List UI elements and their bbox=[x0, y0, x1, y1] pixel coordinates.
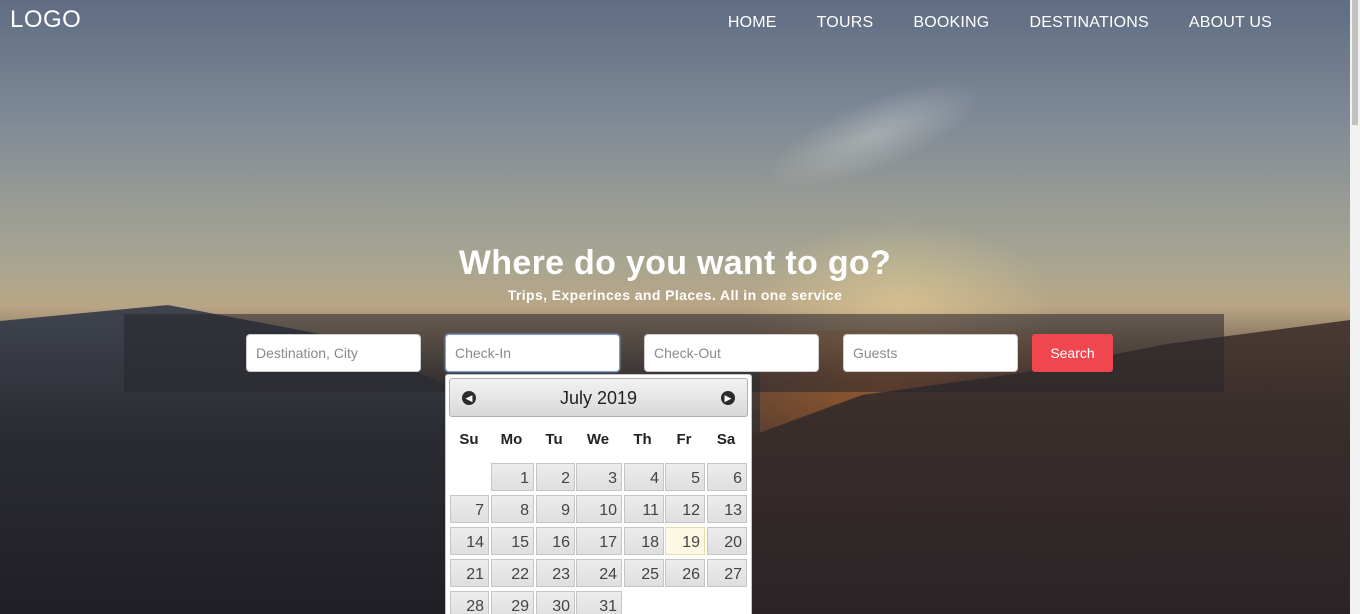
guests-input[interactable] bbox=[843, 334, 1018, 372]
calendar-day[interactable]: 6 bbox=[707, 463, 747, 491]
hero-title: Where do you want to go? bbox=[458, 244, 892, 282]
search-button[interactable]: Search bbox=[1032, 334, 1113, 372]
calendar-day[interactable]: 23 bbox=[536, 559, 575, 587]
calendar-day[interactable]: 14 bbox=[450, 527, 489, 555]
calendar-day[interactable]: 2 bbox=[536, 463, 575, 491]
nav-destinations[interactable]: DESTINATIONS bbox=[1029, 14, 1148, 32]
weekday-label: We bbox=[586, 431, 610, 448]
weekday-label: Th bbox=[633, 431, 652, 448]
calendar-day[interactable]: 22 bbox=[491, 559, 534, 587]
calendar-day[interactable]: 24 bbox=[576, 559, 622, 587]
calendar-day[interactable]: 9 bbox=[536, 495, 575, 523]
calendar-day[interactable]: 28 bbox=[450, 591, 489, 614]
calendar-day[interactable]: 3 bbox=[576, 463, 622, 491]
calendar-day[interactable]: 4 bbox=[624, 463, 664, 491]
chevron-right-icon[interactable]: ▶ bbox=[721, 391, 735, 405]
calendar-day[interactable]: 20 bbox=[707, 527, 747, 555]
datepicker-header: ◀ July 2019 ▶ bbox=[449, 378, 748, 417]
calendar-day[interactable]: 26 bbox=[665, 559, 705, 587]
calendar-day[interactable]: 10 bbox=[576, 495, 622, 523]
weekday-label: Su bbox=[459, 431, 479, 448]
calendar-day[interactable]: 5 bbox=[665, 463, 705, 491]
calendar-day[interactable]: 29 bbox=[491, 591, 534, 614]
weekday-label: Sa bbox=[716, 431, 736, 448]
checkout-input[interactable] bbox=[644, 334, 819, 372]
scrollbar-thumb[interactable] bbox=[1352, 0, 1358, 125]
destination-input[interactable] bbox=[246, 334, 421, 372]
calendar-day[interactable]: 31 bbox=[576, 591, 622, 614]
calendar-day[interactable]: 27 bbox=[707, 559, 747, 587]
calendar-day[interactable]: 30 bbox=[536, 591, 575, 614]
calendar-day[interactable]: 7 bbox=[450, 495, 489, 523]
calendar-day[interactable]: 13 bbox=[707, 495, 747, 523]
calendar-day[interactable]: 17 bbox=[576, 527, 622, 555]
calendar-day[interactable]: 18 bbox=[624, 527, 664, 555]
logo[interactable]: LOGO bbox=[10, 6, 81, 34]
calendar-day[interactable]: 8 bbox=[491, 495, 534, 523]
calendar-day[interactable]: 11 bbox=[624, 495, 664, 523]
cloud-decoration bbox=[755, 59, 995, 211]
weekday-label: Mo bbox=[500, 431, 523, 448]
main-nav: HOME TOURS BOOKING DESTINATIONS ABOUT US bbox=[728, 14, 1272, 32]
datepicker-month-title: July 2019 bbox=[559, 388, 638, 408]
calendar-day[interactable]: 19 bbox=[665, 527, 705, 555]
calendar-day[interactable]: 21 bbox=[450, 559, 489, 587]
nav-booking[interactable]: BOOKING bbox=[913, 14, 989, 32]
hero-subtitle: Trips, Experinces and Places. All in one… bbox=[507, 287, 843, 303]
weekday-label: Fr bbox=[676, 431, 692, 448]
calendar-day[interactable]: 16 bbox=[536, 527, 575, 555]
calendar-day[interactable]: 25 bbox=[624, 559, 664, 587]
checkin-input[interactable] bbox=[445, 334, 620, 372]
datepicker: ◀ July 2019 ▶ Su Mo Tu We Th Fr Sa 12345… bbox=[445, 374, 752, 614]
calendar-day[interactable]: 15 bbox=[491, 527, 534, 555]
nav-about-us[interactable]: ABOUT US bbox=[1189, 14, 1272, 32]
weekday-label: Tu bbox=[545, 431, 563, 448]
nav-tours[interactable]: TOURS bbox=[817, 14, 874, 32]
page-scrollbar[interactable] bbox=[1350, 0, 1360, 614]
calendar-day[interactable]: 12 bbox=[665, 495, 705, 523]
nav-home[interactable]: HOME bbox=[728, 14, 777, 32]
calendar-day[interactable]: 1 bbox=[491, 463, 534, 491]
datepicker-weekdays: Su Mo Tu We Th Fr Sa bbox=[449, 431, 748, 451]
